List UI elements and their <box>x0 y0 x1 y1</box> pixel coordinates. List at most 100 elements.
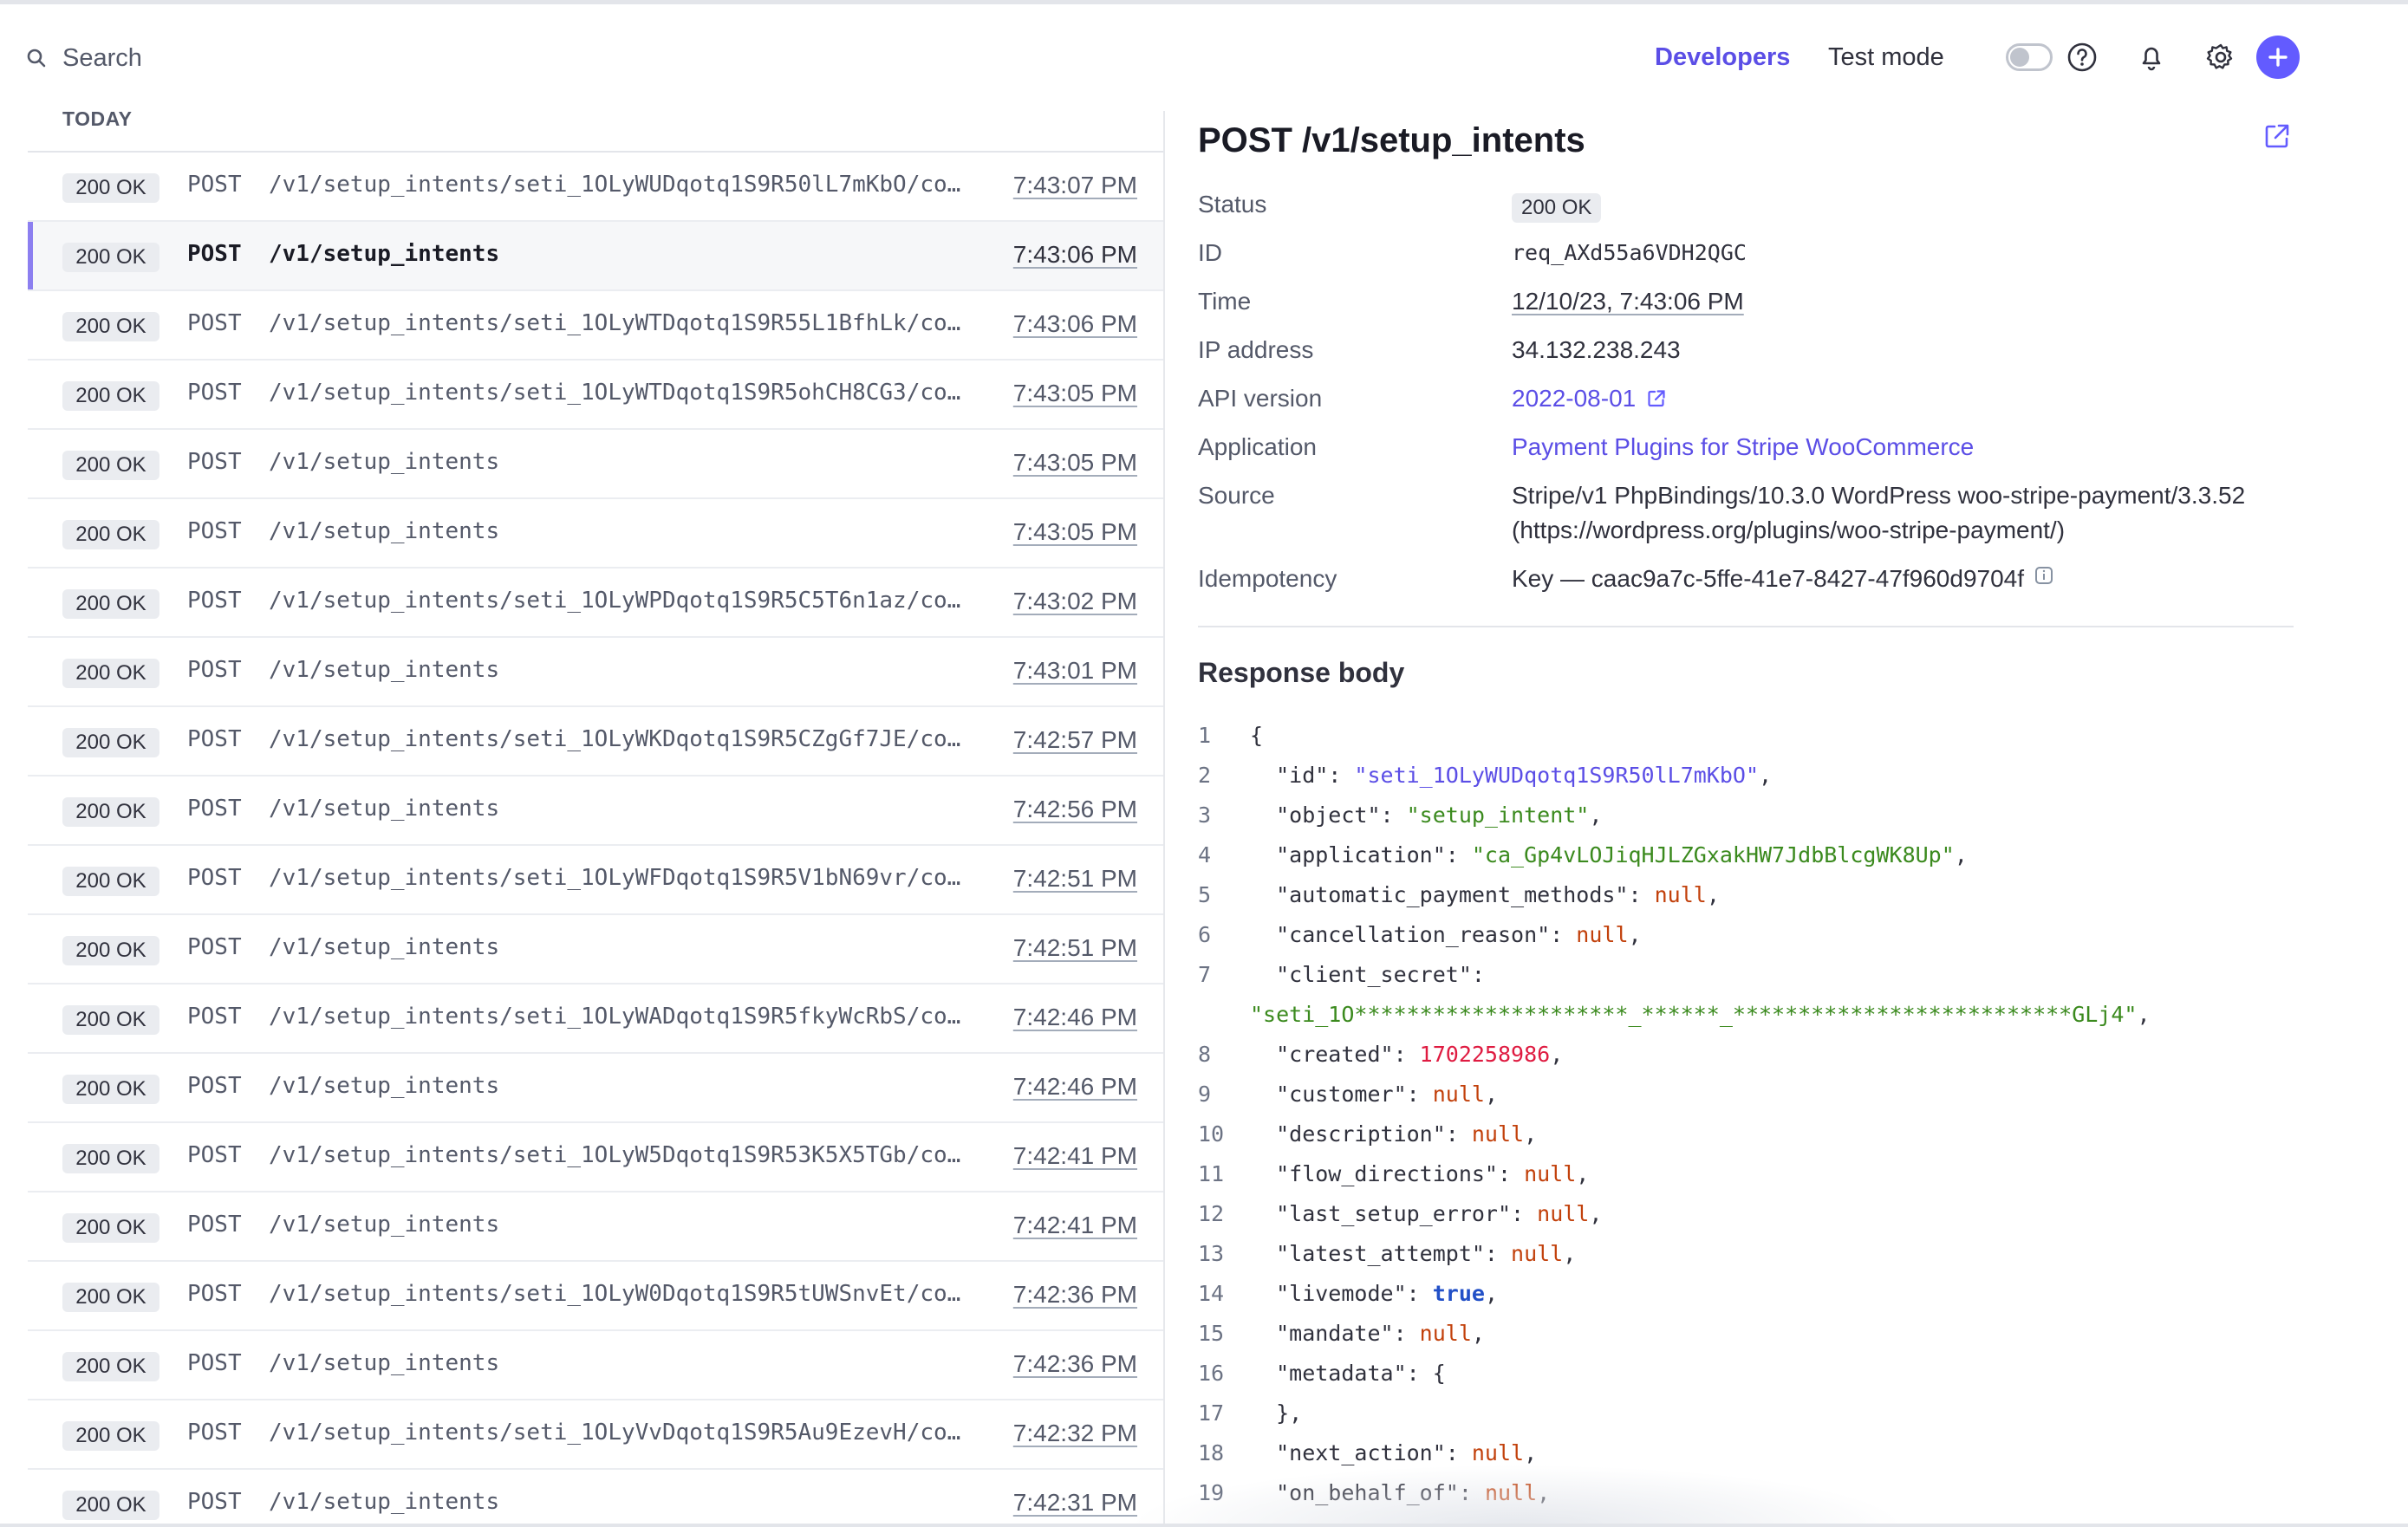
application-link[interactable]: Payment Plugins for Stripe WooCommerce <box>1512 430 2292 465</box>
code-text: "metadata": { <box>1250 1361 1446 1386</box>
http-method: POST <box>187 449 242 475</box>
request-log-row[interactable]: 200 OK POST/v1/setup_intents 7:42:36 PM <box>28 1331 1163 1400</box>
line-number: 8 <box>1198 1042 1212 1067</box>
request-detail-panel: POST /v1/setup_intents Status 200 OK ID … <box>1196 111 2297 1527</box>
request-time[interactable]: 7:42:31 PM <box>1013 1489 1137 1517</box>
request-log-row[interactable]: 200 OK POST/v1/setup_intents/seti_1OLyW0D… <box>28 1262 1163 1331</box>
request-log-row[interactable]: 200 OK POST/v1/setup_intents/seti_1OLyW5D… <box>28 1123 1163 1192</box>
code-token: null <box>1471 1121 1525 1147</box>
request-time[interactable]: 7:42:46 PM <box>1013 1073 1137 1101</box>
request-log-row[interactable]: 200 OK POST/v1/setup_intents/seti_1OLyWAD… <box>28 984 1163 1054</box>
http-method: POST <box>187 865 242 891</box>
test-mode-toggle[interactable] <box>2006 43 2053 71</box>
code-line: 13 "latest_attempt": null, <box>1196 1232 2297 1272</box>
api-version-link[interactable]: 2022-08-01 <box>1512 381 2292 416</box>
code-token: "ca_Gp4vLOJiqHJLZGxakHW7JdbBlcgWK8Up" <box>1471 842 1955 867</box>
line-number: 12 <box>1198 1201 1225 1226</box>
ip-address-value: 34.132.238.243 <box>1512 336 1681 363</box>
search-input[interactable]: Search <box>62 44 142 73</box>
search-bar[interactable]: Search <box>26 40 142 76</box>
request-time[interactable]: 7:43:05 PM <box>1013 518 1137 546</box>
request-log-row[interactable]: 200 OK POST/v1/setup_intents/seti_1OLyWPD… <box>28 569 1163 638</box>
request-log-row[interactable]: 200 OK POST/v1/setup_intents 7:43:01 PM <box>28 638 1163 707</box>
request-time[interactable]: 7:42:32 PM <box>1013 1420 1137 1447</box>
request-log-row[interactable]: 200 OK POST/v1/setup_intents 7:42:31 PM <box>28 1470 1163 1527</box>
request-log-row[interactable]: 200 OK POST/v1/setup_intents/seti_1OLyWFD… <box>28 846 1163 915</box>
response-body-code: 1{2 "id": "seti_1OLyWUDqotq1S9R50lL7mKbO… <box>1196 714 2297 1511</box>
status-badge: 200 OK <box>62 1144 159 1173</box>
http-method: POST <box>187 796 242 822</box>
request-time[interactable]: 7:43:01 PM <box>1013 657 1137 685</box>
line-number: 13 <box>1198 1241 1225 1266</box>
request-time[interactable]: 7:43:02 PM <box>1013 588 1137 615</box>
request-time[interactable]: 7:43:07 PM <box>1013 172 1137 199</box>
request-time[interactable]: 7:43:05 PM <box>1013 380 1137 407</box>
request-time[interactable]: 7:42:51 PM <box>1013 934 1137 962</box>
request-time[interactable]: 7:42:56 PM <box>1013 796 1137 823</box>
request-time[interactable]: 7:42:51 PM <box>1013 865 1137 893</box>
section-header-today: TODAY <box>62 107 133 130</box>
http-method: POST <box>187 172 242 198</box>
request-time[interactable]: 7:43:06 PM <box>1013 241 1137 269</box>
code-token: , <box>1759 763 1773 788</box>
request-time[interactable]: 7:43:05 PM <box>1013 449 1137 477</box>
request-path: /v1/setup_intents <box>269 934 500 960</box>
line-number: 2 <box>1198 763 1212 788</box>
request-path: /v1/setup_intents <box>269 1212 500 1238</box>
request-log-row[interactable]: 200 OK POST/v1/setup_intents/seti_1OLyWUD… <box>28 153 1163 222</box>
info-icon <box>2034 567 2053 584</box>
code-token: , <box>1954 842 1968 867</box>
code-token: , <box>1484 1082 1498 1107</box>
request-time[interactable]: 7:43:06 PM <box>1013 310 1137 338</box>
code-text: "next_action": null, <box>1250 1440 1537 1465</box>
source-value: Stripe/v1 PhpBindings/10.3.0 WordPress w… <box>1512 482 2246 543</box>
request-log-row[interactable]: 200 OK POST/v1/setup_intents 7:43:05 PM <box>28 430 1163 499</box>
http-method: POST <box>187 726 242 752</box>
request-time[interactable]: 7:42:41 PM <box>1013 1142 1137 1170</box>
idempotency-value: Key — caac9a7c-5ffe-41e7-8427-47f960d970… <box>1512 562 2292 596</box>
request-time[interactable]: 7:42:36 PM <box>1013 1281 1137 1309</box>
line-number: 7 <box>1198 962 1212 987</box>
request-log-row[interactable]: 200 OK POST/v1/setup_intents/seti_1OLyWTD… <box>28 361 1163 430</box>
request-id-value[interactable]: req_AXd55a6VDH2QGC <box>1512 236 2292 270</box>
code-token: "metadata": { <box>1250 1361 1446 1386</box>
request-log-row[interactable]: 200 OK POST/v1/setup_intents 7:42:51 PM <box>28 915 1163 984</box>
field-value: 200 OK <box>1512 189 2292 224</box>
code-token: null <box>1576 922 1629 947</box>
code-text: "automatic_payment_methods": null, <box>1250 882 1720 907</box>
request-log-row[interactable]: 200 OK POST/v1/setup_intents 7:42:56 PM <box>28 776 1163 846</box>
code-token: , <box>1471 1321 1485 1346</box>
request-log-row[interactable]: 200 OK POST/v1/setup_intents 7:42:41 PM <box>28 1192 1163 1262</box>
code-text: "latest_attempt": null, <box>1250 1241 1576 1266</box>
http-method: POST <box>187 1073 242 1099</box>
request-time[interactable]: 7:42:57 PM <box>1013 726 1137 754</box>
http-method: POST <box>187 657 242 683</box>
code-text: "last_setup_error": null, <box>1250 1201 1602 1226</box>
time-value[interactable]: 12/10/23, 7:43:06 PM <box>1512 284 2292 319</box>
create-plus-button[interactable] <box>2256 36 2300 79</box>
request-log-row[interactable]: 200 OK POST/v1/setup_intents/seti_1OLyVvD… <box>28 1400 1163 1470</box>
request-log-row[interactable]: 200 OK POST/v1/setup_intents/seti_1OLyWKD… <box>28 707 1163 776</box>
external-link-icon <box>1648 390 1665 407</box>
request-path: /v1/setup_intents <box>269 1489 500 1515</box>
request-log-row[interactable]: 200 OK POST/v1/setup_intents/seti_1OLyWTD… <box>28 291 1163 361</box>
request-time[interactable]: 7:42:36 PM <box>1013 1350 1137 1378</box>
open-external-icon[interactable] <box>2262 121 2292 155</box>
code-token: , <box>1524 1440 1538 1465</box>
request-path: /v1/setup_intents <box>269 449 500 475</box>
request-path: /v1/setup_intents/seti_1OLyWFDqotq1S9R5V… <box>269 865 961 891</box>
request-log-row[interactable]: 200 OK POST/v1/setup_intents 7:43:05 PM <box>28 499 1163 569</box>
request-path: /v1/setup_intents/seti_1OLyWKDqotq1S9R5C… <box>269 726 961 752</box>
developers-link[interactable]: Developers <box>1655 43 1790 72</box>
code-token: , <box>1484 1281 1498 1306</box>
request-log-row[interactable]: 200 OK POST/v1/setup_intents 7:43:06 PM <box>28 222 1163 291</box>
request-time[interactable]: 7:42:41 PM <box>1013 1212 1137 1239</box>
request-path: /v1/setup_intents/seti_1OLyW0Dqotq1S9R5t… <box>269 1281 961 1307</box>
settings-gear-icon[interactable] <box>2202 38 2240 76</box>
request-time[interactable]: 7:42:46 PM <box>1013 1004 1137 1031</box>
request-log-row[interactable]: 200 OK POST/v1/setup_intents 7:42:46 PM <box>28 1054 1163 1123</box>
help-icon[interactable] <box>2063 38 2101 76</box>
notifications-bell-icon[interactable] <box>2132 38 2170 76</box>
search-icon <box>26 48 47 68</box>
http-method: POST <box>187 380 242 406</box>
